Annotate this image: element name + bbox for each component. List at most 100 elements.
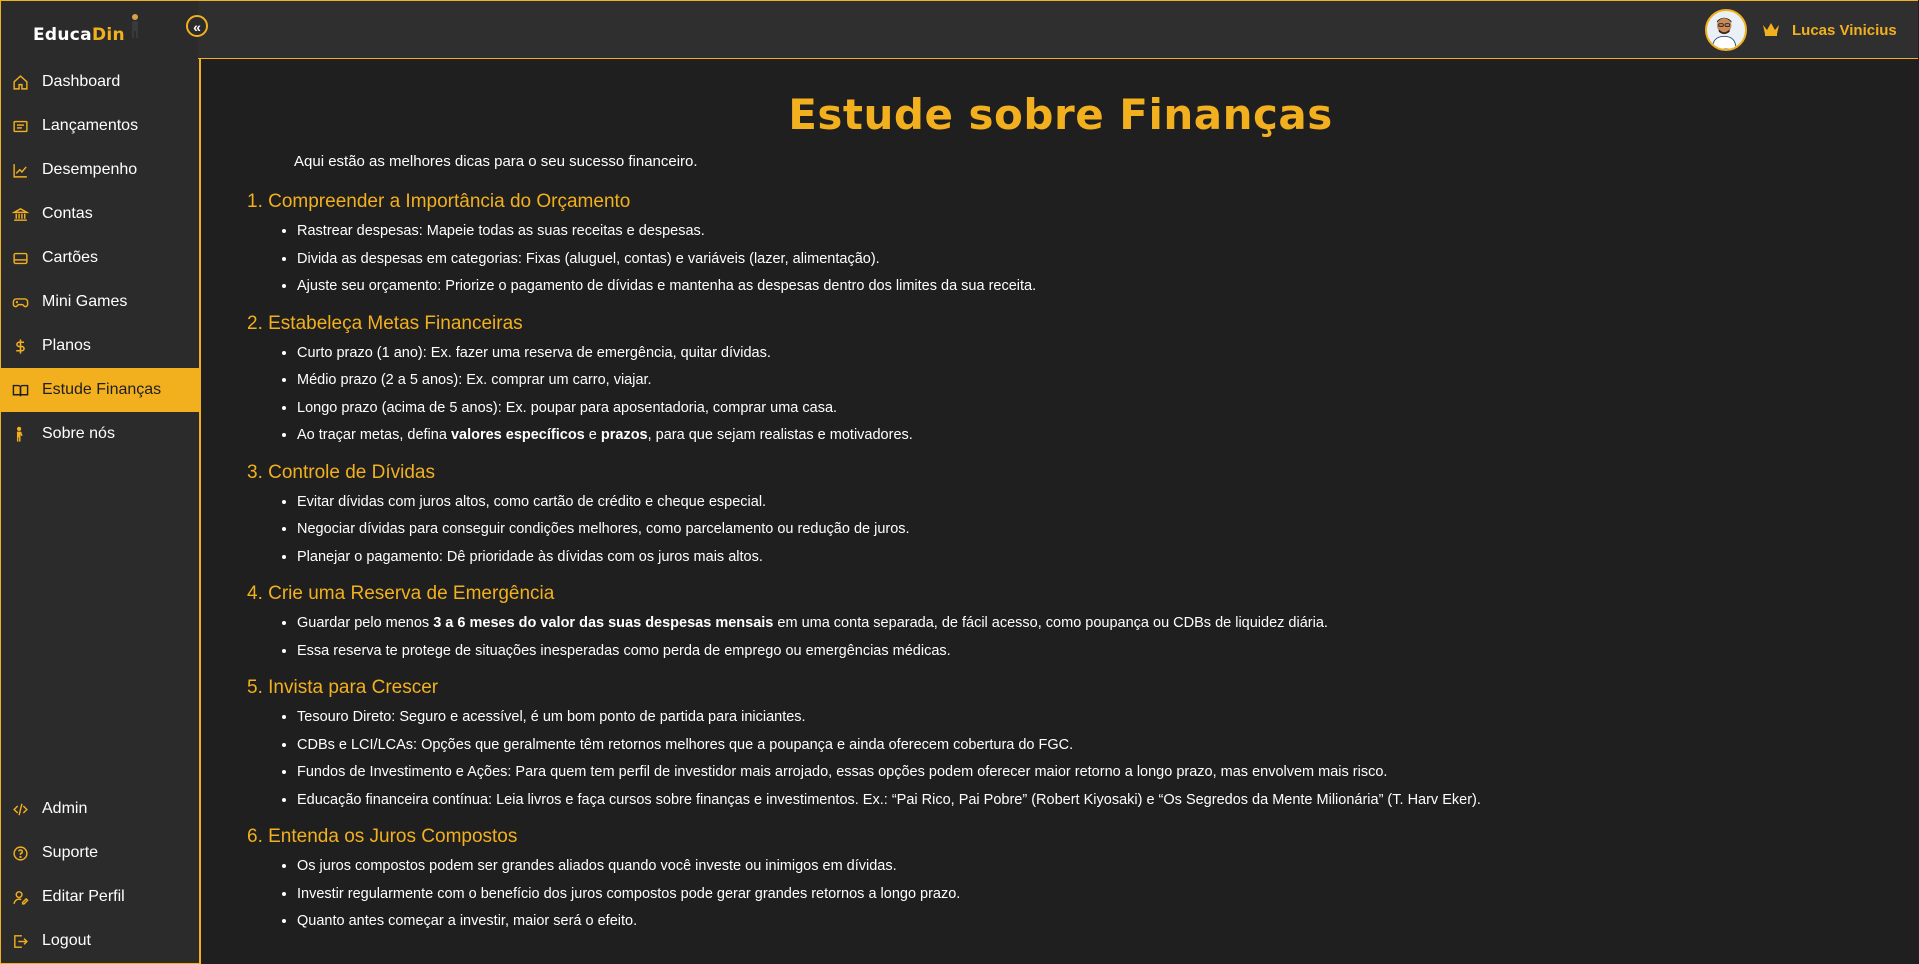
tip-list: Curto prazo (1 ano): Ex. fazer uma reser… bbox=[247, 340, 1847, 450]
sidebar-item-label: Editar Perfil bbox=[42, 888, 125, 905]
list-item: Evitar dívidas com juros altos, como car… bbox=[297, 489, 1847, 517]
sidebar-item-lan-amentos[interactable]: Lançamentos bbox=[1, 104, 199, 148]
tip-section: 6. Entenda os Juros Compostos Os juros co… bbox=[247, 826, 1847, 936]
item-text: Os juros compostos podem ser grandes ali… bbox=[297, 858, 897, 874]
sidebar-nav: Dashboard Lançamentos Desempenho Contas Cart… bbox=[1, 60, 199, 456]
sidebar-item-label: Logout bbox=[42, 932, 91, 949]
list-item: Planejar o pagamento: Dê prioridade às d… bbox=[297, 544, 1847, 572]
list-item: Rastrear despesas: Mapeie todas as suas … bbox=[297, 218, 1847, 246]
tip-list: Evitar dívidas com juros altos, como car… bbox=[247, 489, 1847, 572]
top-bar: Lucas Vinicius bbox=[198, 0, 1918, 59]
sidebar-item-label: Mini Games bbox=[42, 293, 128, 310]
emphasis-text: prazos bbox=[600, 427, 648, 443]
item-text: Fundos de Investimento e Ações: Para que… bbox=[297, 764, 1388, 780]
list-item: Guardar pelo menos 3 a 6 meses do valor … bbox=[297, 610, 1847, 638]
list-item: Os juros compostos podem ser grandes ali… bbox=[297, 853, 1847, 881]
item-text: Negociar dívidas para conseguir condiçõe… bbox=[297, 521, 910, 537]
list-item: Investir regularmente com o benefício do… bbox=[297, 881, 1847, 909]
list-item: Médio prazo (2 a 5 anos): Ex. comprar um… bbox=[297, 367, 1847, 395]
list-item: Tesouro Direto: Seguro e acessível, é um… bbox=[297, 704, 1847, 732]
item-text: e bbox=[584, 427, 601, 443]
sidebar-item-sobre-n-s[interactable]: Sobre nós bbox=[1, 412, 199, 456]
item-text: Tesouro Direto: Seguro e acessível, é um… bbox=[297, 709, 806, 725]
tip-section: 5. Invista para Crescer Tesouro Direto: S… bbox=[247, 677, 1847, 814]
brand-part-2: Din bbox=[91, 25, 125, 45]
list-item: Divida as despesas em categorias: Fixas … bbox=[297, 246, 1847, 274]
item-text: Essa reserva te protege de situações ine… bbox=[297, 642, 951, 659]
main-content: Estude sobre Finanças Aqui estão as melh… bbox=[198, 60, 1918, 964]
section-heading: 5. Invista para Crescer bbox=[247, 677, 439, 698]
item-text: Médio prazo (2 a 5 anos): Ex. comprar um… bbox=[297, 372, 652, 388]
item-text: Curto prazo (1 ano): Ex. fazer uma reser… bbox=[297, 344, 771, 361]
logo-figure-icon bbox=[132, 14, 138, 38]
sidebar-item-logout[interactable]: Logout bbox=[1, 919, 199, 963]
emphasis-text: valores específicos bbox=[450, 427, 585, 443]
dollar-icon bbox=[11, 337, 29, 355]
list-item: Essa reserva te protege de situações ine… bbox=[297, 638, 1847, 666]
sidebar-item-suporte[interactable]: Suporte bbox=[1, 831, 199, 875]
item-text: Ao traçar metas, defina bbox=[297, 427, 451, 443]
item-text: Quanto antes começar a investir, maior s… bbox=[297, 913, 638, 929]
item-text: Rastrear despesas: Mapeie todas as suas … bbox=[297, 223, 705, 239]
chart-line-icon bbox=[11, 161, 29, 179]
item-text: Evitar dívidas com juros altos, como car… bbox=[297, 493, 767, 510]
list-item: CDBs e LCI/LCAs: Opções que geralmente t… bbox=[297, 732, 1847, 760]
sidebar-item-cart-es[interactable]: Cartões bbox=[1, 236, 199, 280]
sidebar-item-label: Dashboard bbox=[42, 73, 121, 90]
sidebar-item-label: Admin bbox=[42, 800, 88, 817]
sidebar-item-label: Lançamentos bbox=[42, 117, 139, 134]
sidebar-item-desempenho[interactable]: Desempenho bbox=[1, 148, 199, 192]
user-name[interactable]: Lucas Vinicius bbox=[1792, 22, 1897, 39]
tip-list: Tesouro Direto: Seguro e acessível, é um… bbox=[247, 704, 1847, 814]
sidebar-item-planos[interactable]: Planos bbox=[1, 324, 199, 368]
list-item: Quanto antes começar a investir, maior s… bbox=[297, 908, 1847, 936]
item-text: Planejar o pagamento: Dê prioridade às d… bbox=[297, 548, 763, 565]
sidebar-item-label: Desempenho bbox=[42, 161, 138, 178]
intro-text: Aqui estão as melhores dicas para o seu … bbox=[294, 153, 698, 170]
item-text: em uma conta separada, de fácil acesso, … bbox=[773, 615, 1328, 631]
list-item: Fundos de Investimento e Ações: Para que… bbox=[297, 759, 1847, 787]
sidebar-item-contas[interactable]: Contas bbox=[1, 192, 199, 236]
tips-sections: 1. Compreender a Importância do Orçament… bbox=[247, 191, 1847, 948]
sidebar-item-label: Contas bbox=[42, 205, 93, 222]
avatar[interactable] bbox=[1705, 9, 1747, 51]
sidebar-item-label: Estude Finanças bbox=[42, 381, 162, 398]
sidebar-item-label: Sobre nós bbox=[42, 425, 115, 442]
section-heading: 2. Estabeleça Metas Financeiras bbox=[247, 312, 523, 334]
sidebar-item-admin[interactable]: Admin bbox=[1, 787, 199, 831]
collapse-sidebar-button[interactable]: « bbox=[186, 15, 208, 37]
sidebar-nav-bottom: Admin Suporte Editar Perfil Logout bbox=[1, 787, 199, 963]
list-item: Ajuste seu orçamento: Priorize o pagamen… bbox=[297, 273, 1847, 301]
emphasis-text: 3 a 6 meses do valor das suas despesas m… bbox=[433, 615, 774, 631]
code-icon bbox=[11, 800, 29, 818]
book-icon bbox=[11, 381, 29, 399]
sidebar-item-mini-games[interactable]: Mini Games bbox=[1, 280, 199, 324]
sidebar-item-dashboard[interactable]: Dashboard bbox=[1, 60, 199, 104]
brand-logo[interactable]: EducaDin bbox=[33, 25, 125, 45]
sidebar-item-label: Planos bbox=[42, 337, 91, 354]
section-heading: 3. Controle de Dívidas bbox=[247, 461, 435, 483]
tip-section: 1. Compreender a Importância do Orçament… bbox=[247, 191, 1847, 301]
brand-part-1: Educa bbox=[33, 25, 92, 45]
double-chevron-left-icon: « bbox=[193, 19, 201, 35]
item-text: Investir regularmente com o benefício do… bbox=[297, 885, 961, 902]
list-item: Educação financeira contínua: Leia livro… bbox=[297, 787, 1847, 815]
item-text: Divida as despesas em categorias: Fixas … bbox=[297, 250, 880, 267]
item-text: Ajuste seu orçamento: Priorize o pagamen… bbox=[297, 278, 1037, 294]
item-text: , para que sejam realistas e motivadores… bbox=[647, 427, 913, 443]
tip-section: 3. Controle de Dívidas Evitar dívidas com… bbox=[247, 462, 1847, 572]
sidebar-item-estude-finan-as[interactable]: Estude Finanças bbox=[1, 368, 199, 412]
sidebar-item-editar-perfil[interactable]: Editar Perfil bbox=[1, 875, 199, 919]
home-icon bbox=[11, 73, 29, 91]
help-icon bbox=[11, 844, 29, 862]
tip-section: 2. Estabeleça Metas Financeiras Curto pra… bbox=[247, 313, 1847, 450]
person-icon bbox=[11, 425, 29, 443]
item-text: Longo prazo (acima de 5 anos): Ex. poupa… bbox=[297, 399, 838, 416]
sidebar: EducaDin Dashboard Lançamentos Desempenho C… bbox=[0, 0, 201, 964]
item-text: CDBs e LCI/LCAs: Opções que geralmente t… bbox=[297, 736, 1074, 753]
sidebar-item-label: Cartões bbox=[42, 249, 99, 266]
user-edit-icon bbox=[11, 888, 29, 906]
list-item: Curto prazo (1 ano): Ex. fazer uma reser… bbox=[297, 340, 1847, 368]
section-heading: 4. Crie uma Reserva de Emergência bbox=[247, 583, 555, 604]
avatar-illustration-icon bbox=[1711, 17, 1737, 49]
